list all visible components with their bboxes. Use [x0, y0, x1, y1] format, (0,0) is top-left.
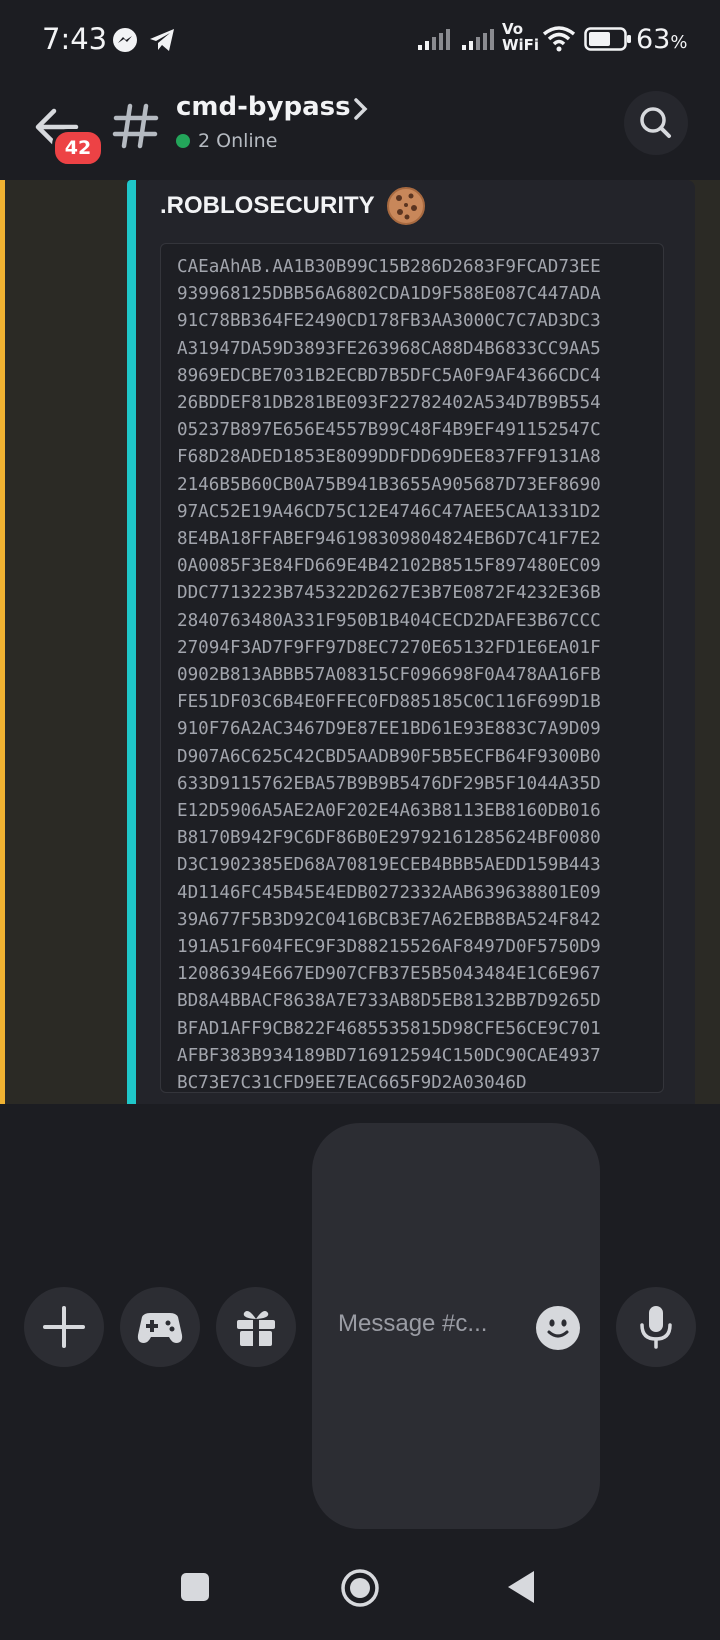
code-line: 939968125DBB56A6802CDA1D9F588E087C447ADA — [177, 284, 601, 305]
signal-strength-icon — [418, 29, 450, 50]
chevron-right-icon[interactable] — [352, 96, 370, 122]
status-bar: 7:43 Vo WiFi 63% — [0, 0, 720, 80]
home-icon[interactable] — [338, 1566, 382, 1610]
code-line: 12086394E667ED907CFB37E5B5043484E1C6E967 — [177, 964, 601, 985]
recents-icon[interactable] — [178, 1570, 212, 1604]
emoji-button[interactable] — [536, 1306, 580, 1350]
voice-message-button[interactable] — [616, 1287, 696, 1367]
embed-title: .ROBLOSECURITY — [160, 192, 375, 219]
emoji-icon — [547, 1319, 569, 1338]
telegram-icon — [150, 29, 174, 51]
add-attachment-button[interactable] — [24, 1287, 104, 1367]
code-line: 27094F3AD7F9FF97D8EC7270E65132FD1E6EA01F — [177, 637, 601, 658]
code-line: DDC7713223B745322D2627E3B7E0872F4232E36B — [177, 583, 601, 604]
search-button[interactable] — [624, 91, 688, 155]
online-status: 2 Online — [176, 130, 277, 152]
code-line: CAEaAhAB.AA1B30B99C15B286D2683F9FCAD73EE — [177, 257, 601, 277]
gamepad-icon — [137, 1313, 183, 1343]
code-line: 191A51F604FEC9F3D88215526AF8497D0F5750D9 — [177, 937, 601, 958]
code-line: F68D28ADED1853E8099DDFDD69DEE837FF9131A8 — [177, 447, 601, 468]
code-line: 2146B5B60CB0A75B941B3655A905687D73EF8690 — [177, 474, 601, 495]
unread-badge: 42 — [52, 129, 104, 167]
code-line: BC73E7C31CFD9EE7EAC665F9D2A03046D — [177, 1073, 527, 1094]
battery-icon — [584, 27, 631, 51]
code-line: 26BDDEF81DB281BE093F22782402A534D7B9B554 — [177, 393, 601, 414]
hash-icon — [112, 103, 159, 149]
code-line: 4D1146FC45B45E4EDB0272332AAB639638801E09 — [177, 882, 601, 903]
online-dot-icon — [176, 134, 190, 148]
activities-button[interactable] — [120, 1287, 200, 1367]
channel-name[interactable]: cmd-bypass — [176, 92, 351, 122]
code-line: D907A6C625C42CBD5AADB90F5B5ECFB64F9300B0 — [177, 746, 601, 767]
code-line: 8969EDCBE7031B2ECBD7B5DFC5A0F9AF4366CDC4 — [177, 365, 601, 386]
code-line: E12D5906A5AE2A0F202E4A63B8113EB8160DB016 — [177, 801, 601, 822]
gift-button[interactable] — [216, 1287, 296, 1367]
code-line: 91C78BB364FE2490CD178FB3AA3000C7C7AD3DC3 — [177, 311, 601, 332]
code-line: A31947DA59D3893FE263968CA88D4B6833CC9AA5 — [177, 338, 601, 359]
microphone-icon — [640, 1306, 672, 1349]
system-nav-bar — [0, 1540, 720, 1640]
code-line: AFBF383B934189BD716912594C150DC90CAE4937 — [177, 1045, 601, 1066]
code-line: D3C1902385ED68A70819ECEB4BBB5AEDD159B443 — [177, 855, 601, 876]
vowifi-label: Vo WiFi — [502, 20, 540, 54]
battery-percent: 63% — [636, 24, 688, 55]
code-line: 97AC52E19A46CD75C12E4746C47AEE5CAA1331D2 — [177, 501, 601, 522]
mention-highlight-bar — [0, 180, 5, 1104]
code-line: 633D9115762EBA57B9B9B5476DF29B5F1044A35D — [177, 773, 601, 794]
search-icon — [640, 107, 671, 138]
code-line: 39A677F5B3D92C0416BCB3E7A62EBB8BA524F842 — [177, 909, 601, 930]
back-nav-icon[interactable] — [504, 1568, 538, 1606]
wifi-icon — [542, 26, 576, 52]
message-placeholder: Message #c... — [338, 1310, 488, 1337]
code-line: 8E4BA18FFABEF946198309804824EB6D7C41F7E2 — [177, 529, 601, 550]
cookie-icon — [387, 187, 425, 225]
messenger-icon — [113, 28, 137, 52]
code-line: 05237B897E656E4557B99C48F4B9EF491152547C — [177, 420, 601, 441]
signal-strength-2-icon — [462, 29, 494, 50]
gift-icon — [237, 1311, 275, 1346]
code-block[interactable]: CAEaAhAB.AA1B30B99C15B286D2683F9FCAD73EE… — [160, 243, 664, 1093]
code-line: FE51DF03C6B4E0FFEC0FD885185C0C116F699D1B — [177, 692, 601, 713]
status-time: 7:43 — [42, 22, 108, 56]
online-count: 2 Online — [198, 130, 278, 152]
code-line: 2840763480A331F950B1B404CECD2DAFE3B67CCC — [177, 610, 601, 631]
message-list[interactable]: .ROBLOSECURITY CAEaAhAB.AA1B30B99C15B286… — [0, 180, 720, 1104]
code-line: B8170B942F9C6DF86B0E29792161285624BF0080 — [177, 828, 601, 849]
plus-icon — [43, 1306, 85, 1348]
code-line: BD8A4BBACF8638A7E733AB8D5EB8132BB7D9265D — [177, 991, 601, 1012]
code-line: 910F76A2AC3467D9E87EE1BD61E93E883C7A9D09 — [177, 719, 601, 740]
channel-header: 42 cmd-bypass 2 Online — [0, 80, 720, 180]
embed-accent-bar — [127, 180, 136, 1104]
code-line: 0902B813ABBB57A08315CF096698F0A478AA16FB — [177, 665, 601, 686]
discord-channel-screen: 7:43 Vo WiFi 63% 42 cmd-bypass 2 Online … — [0, 0, 720, 1640]
code-line: BFAD1AFF9CB822F4685535815D98CFE56CE9C701 — [177, 1018, 601, 1039]
code-line: 0A0085F3E84FD669E4B42102B8515F897480EC09 — [177, 556, 601, 577]
